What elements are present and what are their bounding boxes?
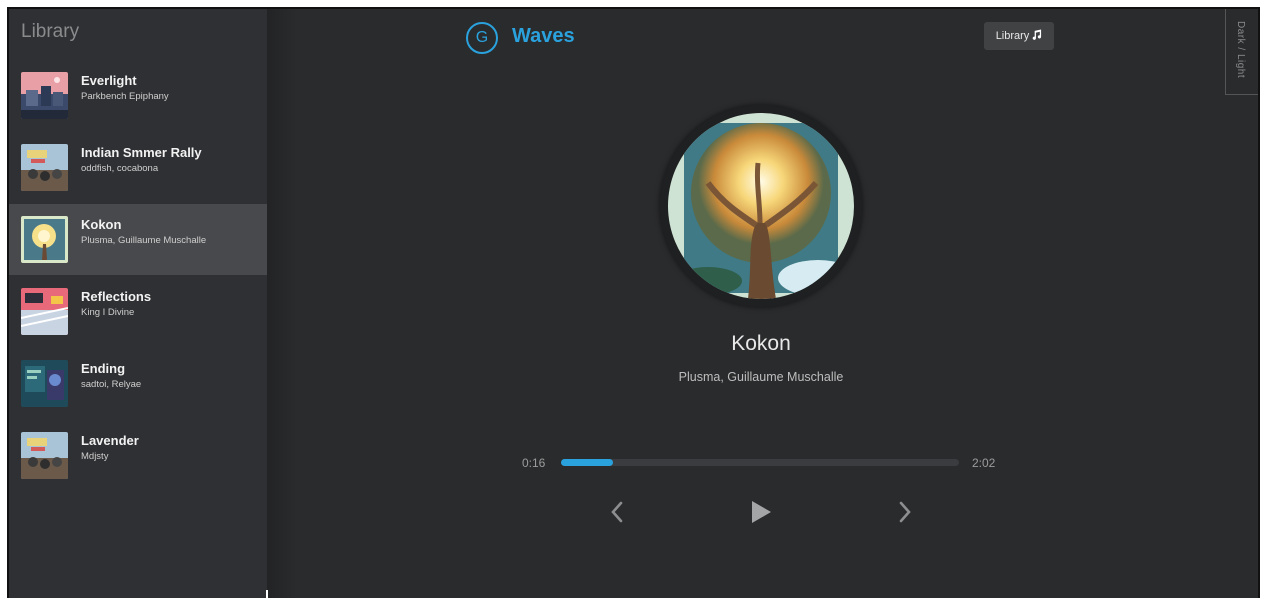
theme-toggle-label: Dark / Light <box>1235 21 1246 79</box>
song-title: Lavender <box>81 433 139 448</box>
sidebar-shadow <box>267 9 297 598</box>
library-song-everlight[interactable]: Everlight Parkbench Epiphany <box>9 60 267 131</box>
progress-slider[interactable] <box>561 459 959 466</box>
song-artist: sadtoi, Relyae <box>81 379 142 390</box>
song-artist: King I Divine <box>81 307 135 318</box>
duration: 2:02 <box>972 456 996 470</box>
song-title: Reflections <box>81 289 152 304</box>
track-artist: Plusma, Guillaume Muschalle <box>678 370 844 384</box>
chevron-right-icon <box>898 501 912 528</box>
play-button[interactable] <box>746 499 776 529</box>
library-song-lavender[interactable]: Lavender Mdjsty <box>9 420 267 491</box>
album-cover <box>21 288 68 335</box>
song-title: Ending <box>81 361 126 376</box>
album-cover <box>21 216 68 263</box>
song-artist: oddfish, cocabona <box>81 163 159 174</box>
song-artist: Parkbench Epiphany <box>81 91 169 102</box>
chevron-left-icon <box>610 501 624 528</box>
track-title: Kokon <box>731 332 791 355</box>
app-name: Waves <box>512 25 575 47</box>
music-note-icon <box>1031 29 1042 43</box>
song-title: Indian Smmer Rally <box>81 145 202 160</box>
library-song-indian-smmer-rally[interactable]: Indian Smmer Rally oddfish, cocabona <box>9 132 267 203</box>
next-button[interactable] <box>890 499 920 529</box>
play-icon <box>750 500 772 529</box>
album-cover <box>21 432 68 479</box>
song-artist: Plusma, Guillaume Muschalle <box>81 235 207 246</box>
song-title: Kokon <box>81 217 122 232</box>
library-song-kokon[interactable]: Kokon Plusma, Guillaume Muschalle <box>9 204 267 275</box>
mouse-cursor <box>266 590 268 607</box>
song-artist: Mdjsty <box>81 451 109 462</box>
album-cover <box>21 360 68 407</box>
current-time: 0:16 <box>522 456 546 470</box>
library-song-ending[interactable]: Ending sadtoi, Relyae <box>9 348 267 419</box>
album-cover <box>21 144 68 191</box>
album-cover <box>21 72 68 119</box>
previous-button[interactable] <box>602 499 632 529</box>
library-song-reflections[interactable]: Reflections King I Divine <box>9 276 267 347</box>
progress-fill <box>561 459 614 466</box>
library-button-label: Library <box>995 30 1030 42</box>
song-title: Everlight <box>81 73 137 88</box>
theme-toggle[interactable]: Dark / Light <box>1225 9 1258 95</box>
library-sidebar: Library Everlight Parkbench Epiphany Ind… <box>9 9 267 598</box>
app-window: Library Everlight Parkbench Epiphany Ind… <box>7 7 1260 607</box>
logo-icon: G <box>466 22 498 54</box>
album-artwork <box>668 113 854 299</box>
library-title: Library <box>21 21 80 42</box>
library-toggle-button[interactable]: Library <box>984 22 1054 50</box>
